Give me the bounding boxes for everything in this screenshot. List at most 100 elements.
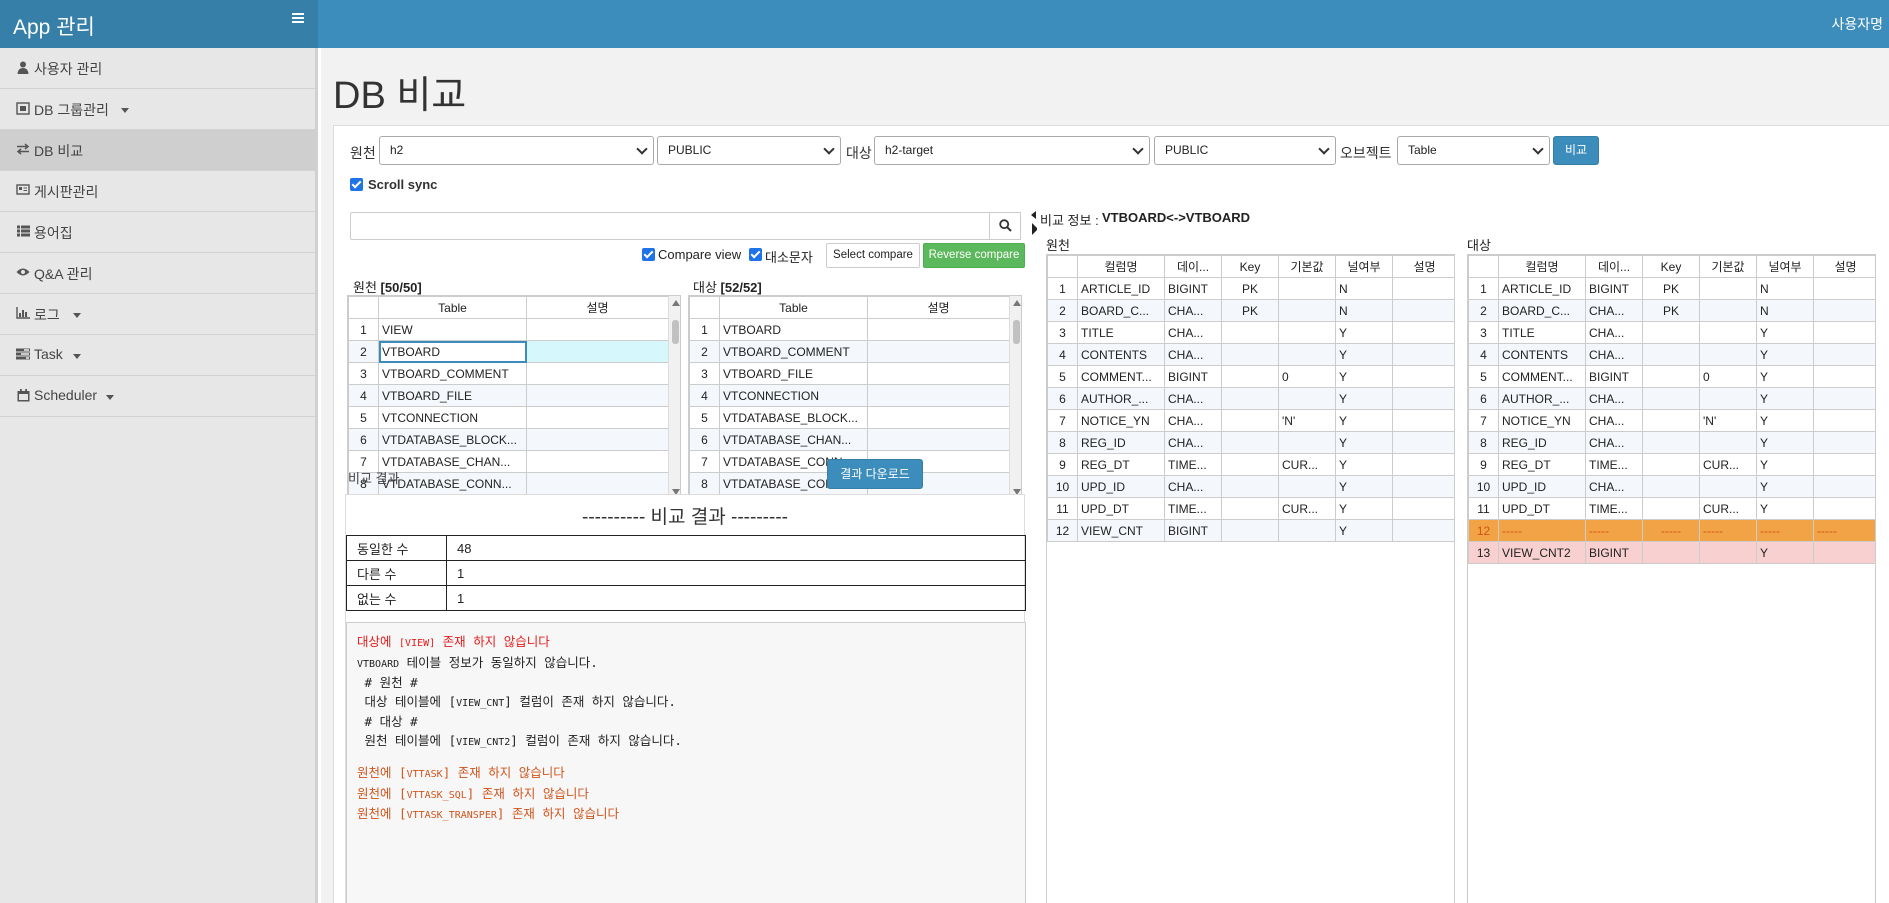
table-name-cell[interactable]: VIEW: [378, 318, 527, 341]
reverse-compare-button[interactable]: Reverse compare: [923, 243, 1025, 268]
desc-header[interactable]: 설명: [1813, 255, 1875, 278]
sidebar-item-qna[interactable]: Q&A 관리: [0, 253, 315, 294]
collapse-left-icon[interactable]: [1031, 211, 1036, 219]
column-row[interactable]: 10 UPD_ID CHA... Y: [1047, 475, 1454, 498]
column-row[interactable]: 8 REG_ID CHA... Y: [1468, 431, 1875, 454]
default-header[interactable]: 기본값: [1278, 255, 1336, 278]
column-row[interactable]: 7 NOTICE_YN CHA... 'N' Y: [1047, 409, 1454, 432]
desc-header[interactable]: 설명: [1392, 255, 1454, 278]
select-compare-button[interactable]: Select compare: [826, 243, 920, 268]
column-row[interactable]: 11 UPD_DT TIME... CUR... Y: [1047, 497, 1454, 520]
table-row[interactable]: 5 VTDATABASE_BLOCK...: [689, 406, 1010, 429]
search-button[interactable]: [989, 212, 1021, 240]
sidebar-item-glossary[interactable]: 용어집: [0, 212, 315, 253]
table-row[interactable]: 3 VTBOARD_FILE: [689, 362, 1010, 385]
scroll-thumb[interactable]: [1013, 320, 1020, 344]
column-row[interactable]: 1 ARTICLE_ID BIGINT PK N: [1468, 277, 1875, 300]
table-row[interactable]: 2 VTBOARD: [348, 340, 669, 363]
column-row[interactable]: 4 CONTENTS CHA... Y: [1047, 343, 1454, 366]
sidebar-item-db-compare[interactable]: DB 비교: [0, 130, 315, 171]
column-row[interactable]: 4 CONTENTS CHA... Y: [1468, 343, 1875, 366]
case-sensitive-checkbox[interactable]: [749, 248, 762, 261]
column-row[interactable]: 2 BOARD_C... CHA... PK N: [1047, 299, 1454, 322]
sidebar-item-task[interactable]: Task: [0, 335, 315, 376]
sidebar-item-board[interactable]: 게시판관리: [0, 171, 315, 212]
default-cell: [1278, 321, 1336, 344]
key-header[interactable]: Key: [1642, 255, 1700, 278]
sidebar-item-label: DB 비교: [34, 143, 84, 159]
table-column-header[interactable]: Table: [719, 296, 868, 319]
column-row[interactable]: 9 REG_DT TIME... CUR... Y: [1047, 453, 1454, 476]
scroll-thumb[interactable]: [672, 320, 679, 344]
table-name-cell[interactable]: VTDATABASE_BLOCK...: [378, 428, 527, 451]
column-row[interactable]: 5 COMMENT... BIGINT 0 Y: [1468, 365, 1875, 388]
column-row[interactable]: 8 REG_ID CHA... Y: [1047, 431, 1454, 454]
column-name-header[interactable]: 컬럼명: [1498, 255, 1586, 278]
table-row[interactable]: 5 VTCONNECTION: [348, 406, 669, 429]
table-column-header[interactable]: Table: [378, 296, 527, 319]
table-row[interactable]: 1 VIEW: [348, 318, 669, 341]
nullable-header[interactable]: 널여부: [1756, 255, 1814, 278]
target-schema-select[interactable]: PUBLIC: [1154, 136, 1336, 165]
table-name-cell[interactable]: VTCONNECTION: [719, 384, 868, 407]
column-row[interactable]: 7 NOTICE_YN CHA... 'N' Y: [1468, 409, 1875, 432]
column-row[interactable]: 3 TITLE CHA... Y: [1468, 321, 1875, 344]
column-row[interactable]: 11 UPD_DT TIME... CUR... Y: [1468, 497, 1875, 520]
sidebar-item-db-group[interactable]: DB 그룹관리: [0, 89, 315, 130]
column-row[interactable]: 9 REG_DT TIME... CUR... Y: [1468, 453, 1875, 476]
data-type-header[interactable]: 데이...: [1164, 255, 1222, 278]
download-result-button[interactable]: 결과 다운로드: [827, 459, 923, 489]
source-db-select[interactable]: h2: [379, 136, 654, 165]
table-row[interactable]: 4 VTCONNECTION: [689, 384, 1010, 407]
table-row[interactable]: 2 VTBOARD_COMMENT: [689, 340, 1010, 363]
column-row[interactable]: 1 ARTICLE_ID BIGINT PK N: [1047, 277, 1454, 300]
default-header[interactable]: 기본값: [1699, 255, 1757, 278]
table-row[interactable]: 4 VTBOARD_FILE: [348, 384, 669, 407]
column-row[interactable]: 2 BOARD_C... CHA... PK N: [1468, 299, 1875, 322]
sidebar-item-log[interactable]: 로그: [0, 294, 315, 335]
nullable-header[interactable]: 널여부: [1335, 255, 1393, 278]
table-name-cell[interactable]: VTCONNECTION: [378, 406, 527, 429]
object-type-select[interactable]: Table: [1397, 136, 1550, 165]
table-search-input[interactable]: [350, 212, 990, 240]
column-row[interactable]: 6 AUTHOR_... CHA... Y: [1468, 387, 1875, 410]
table-name-cell[interactable]: VTDATABASE_CONN...: [378, 472, 527, 495]
key-header[interactable]: Key: [1221, 255, 1279, 278]
column-name-cell: REG_ID: [1077, 431, 1165, 454]
sidebar-item-scheduler[interactable]: Scheduler: [0, 376, 315, 417]
desc-column-header[interactable]: 설명: [867, 296, 1010, 319]
table-name-cell[interactable]: VTBOARD_FILE: [378, 384, 527, 407]
table-name-cell[interactable]: VTBOARD_COMMENT: [378, 362, 527, 385]
hamburger-icon[interactable]: [292, 13, 304, 23]
column-row[interactable]: 6 AUTHOR_... CHA... Y: [1047, 387, 1454, 410]
sidebar-item-users[interactable]: 사용자 관리: [0, 48, 315, 89]
table-name-cell[interactable]: VTDATABASE_CHAN...: [719, 428, 868, 451]
target-list-scrollbar[interactable]: [1009, 296, 1021, 497]
scroll-sync-checkbox[interactable]: [350, 178, 363, 191]
table-name-cell[interactable]: VTDATABASE_CHAN...: [378, 450, 527, 473]
column-row[interactable]: 12 VIEW_CNT BIGINT Y: [1047, 519, 1454, 542]
column-row[interactable]: 5 COMMENT... BIGINT 0 Y: [1047, 365, 1454, 388]
column-row[interactable]: 3 TITLE CHA... Y: [1047, 321, 1454, 344]
column-row[interactable]: 12 ----- ----- ----- ----- ----- -----: [1468, 519, 1875, 542]
user-menu[interactable]: 사용자명: [1831, 14, 1883, 34]
column-name-header[interactable]: 컬럼명: [1077, 255, 1165, 278]
source-schema-select[interactable]: PUBLIC: [657, 136, 841, 165]
table-name-cell[interactable]: VTBOARD_COMMENT: [719, 340, 868, 363]
compare-button[interactable]: 비교: [1553, 136, 1599, 165]
data-type-header[interactable]: 데이...: [1585, 255, 1643, 278]
table-row[interactable]: 6 VTDATABASE_CHAN...: [689, 428, 1010, 451]
table-row[interactable]: 3 VTBOARD_COMMENT: [348, 362, 669, 385]
table-name-cell[interactable]: VTBOARD: [719, 318, 868, 341]
table-row[interactable]: 1 VTBOARD: [689, 318, 1010, 341]
target-db-select[interactable]: h2-target: [874, 136, 1150, 165]
source-list-scrollbar[interactable]: [668, 296, 680, 497]
compare-view-checkbox[interactable]: [642, 248, 655, 261]
column-row[interactable]: 10 UPD_ID CHA... Y: [1468, 475, 1875, 498]
table-name-cell[interactable]: VTDATABASE_BLOCK...: [719, 406, 868, 429]
column-row[interactable]: 13 VIEW_CNT2 BIGINT Y: [1468, 541, 1875, 564]
table-row[interactable]: 6 VTDATABASE_BLOCK...: [348, 428, 669, 451]
table-name-cell[interactable]: VTBOARD_FILE: [719, 362, 868, 385]
desc-column-header[interactable]: 설명: [526, 296, 669, 319]
table-name-cell[interactable]: VTBOARD: [378, 340, 527, 363]
